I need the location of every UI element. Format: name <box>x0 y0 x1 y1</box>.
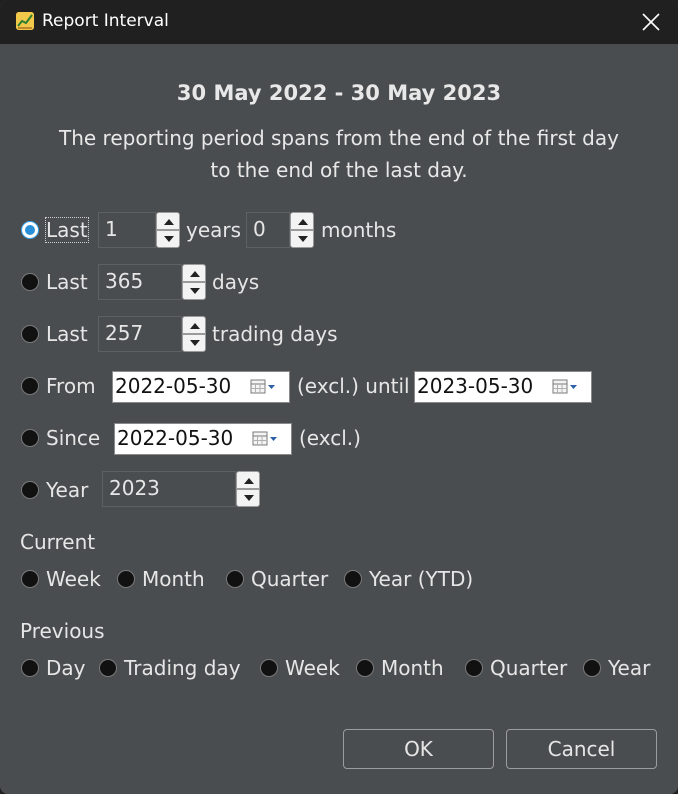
radio-last-years-label[interactable]: Last <box>45 217 89 243</box>
current-year-ytd-label[interactable]: Year (YTD) <box>369 567 473 591</box>
days-decrement-button[interactable] <box>182 282 206 300</box>
since-date-field[interactable]: 2022-05-30 <box>114 423 292 455</box>
radio-from-label[interactable]: From <box>46 374 96 398</box>
radio-previous-day[interactable] <box>21 659 39 677</box>
since-date-value: 2022-05-30 <box>117 426 234 450</box>
radio-from-until[interactable] <box>21 377 39 395</box>
radio-previous-quarter[interactable] <box>465 659 483 677</box>
calendar-dropdown-icon[interactable] <box>251 430 279 448</box>
radio-year[interactable] <box>21 481 39 499</box>
current-heading: Current <box>20 530 96 554</box>
close-icon <box>642 13 660 31</box>
months-decrement-button[interactable] <box>290 230 314 248</box>
years-input[interactable]: 1 <box>98 212 156 248</box>
title-bar: Report Interval <box>0 0 678 44</box>
current-month-label[interactable]: Month <box>142 567 205 591</box>
close-button[interactable] <box>624 0 678 44</box>
days-increment-button[interactable] <box>182 264 206 282</box>
year-input[interactable]: 2023 <box>102 471 236 507</box>
calendar-dropdown-icon[interactable] <box>249 378 277 396</box>
radio-last-days-label[interactable]: Last <box>46 270 88 294</box>
radio-previous-week[interactable] <box>260 659 278 677</box>
radio-last-trading-days[interactable] <box>21 325 39 343</box>
from-date-field[interactable]: 2022-05-30 <box>112 371 290 403</box>
ok-button[interactable]: OK <box>343 729 494 769</box>
months-increment-button[interactable] <box>290 212 314 230</box>
previous-trading-day-label[interactable]: Trading day <box>124 656 241 680</box>
years-increment-button[interactable] <box>156 212 180 230</box>
until-date-value: 2023-05-30 <box>417 374 534 398</box>
app-chart-icon <box>16 12 34 30</box>
calendar-dropdown-icon[interactable] <box>551 378 579 396</box>
radio-year-label[interactable]: Year <box>46 478 88 502</box>
current-week-label[interactable]: Week <box>46 567 101 591</box>
days-spinner[interactable] <box>182 264 206 300</box>
radio-current-year-ytd[interactable] <box>344 570 362 588</box>
trading-days-spinner[interactable] <box>182 316 206 352</box>
until-date-field[interactable]: 2023-05-30 <box>414 371 592 403</box>
previous-heading: Previous <box>20 619 105 643</box>
days-input[interactable]: 365 <box>98 264 182 300</box>
year-increment-button[interactable] <box>236 471 260 489</box>
trading-days-input[interactable]: 257 <box>98 316 182 352</box>
radio-last-years[interactable] <box>21 221 39 239</box>
previous-day-label[interactable]: Day <box>46 656 86 680</box>
months-unit-label: months <box>321 218 397 242</box>
radio-current-quarter[interactable] <box>226 570 244 588</box>
excl-until-label: (excl.) until <box>297 374 410 398</box>
radio-previous-month[interactable] <box>356 659 374 677</box>
years-unit-label: years <box>186 218 242 242</box>
previous-year-label[interactable]: Year <box>608 656 650 680</box>
radio-current-month[interactable] <box>117 570 135 588</box>
trading-days-unit-label: trading days <box>212 322 338 346</box>
report-interval-dialog: Report Interval 30 May 2022 - 30 May 202… <box>0 0 678 794</box>
period-description: The reporting period spans from the end … <box>0 122 678 186</box>
years-decrement-button[interactable] <box>156 230 180 248</box>
months-spinner[interactable] <box>290 212 314 248</box>
previous-week-label[interactable]: Week <box>285 656 340 680</box>
window-title: Report Interval <box>42 11 169 31</box>
description-line-1: The reporting period spans from the end … <box>59 126 619 150</box>
months-input[interactable]: 0 <box>246 212 290 248</box>
previous-quarter-label[interactable]: Quarter <box>490 656 567 680</box>
radio-last-trading-days-label[interactable]: Last <box>46 322 88 346</box>
from-date-value: 2022-05-30 <box>115 374 232 398</box>
year-decrement-button[interactable] <box>236 489 260 507</box>
year-spinner[interactable] <box>236 471 260 507</box>
years-spinner[interactable] <box>156 212 180 248</box>
days-unit-label: days <box>212 270 260 294</box>
radio-current-week[interactable] <box>21 570 39 588</box>
radio-since[interactable] <box>21 429 39 447</box>
previous-month-label[interactable]: Month <box>381 656 444 680</box>
since-excl-label: (excl.) <box>299 426 361 450</box>
period-title: 30 May 2022 - 30 May 2023 <box>176 81 502 105</box>
radio-since-label[interactable]: Since <box>46 426 100 450</box>
current-quarter-label[interactable]: Quarter <box>251 567 328 591</box>
description-line-2: to the end of the last day. <box>210 158 468 182</box>
trading-days-increment-button[interactable] <box>182 316 206 334</box>
radio-previous-trading-day[interactable] <box>99 659 117 677</box>
radio-previous-year[interactable] <box>583 659 601 677</box>
radio-last-days[interactable] <box>21 273 39 291</box>
trading-days-decrement-button[interactable] <box>182 334 206 352</box>
cancel-button[interactable]: Cancel <box>506 729 657 769</box>
